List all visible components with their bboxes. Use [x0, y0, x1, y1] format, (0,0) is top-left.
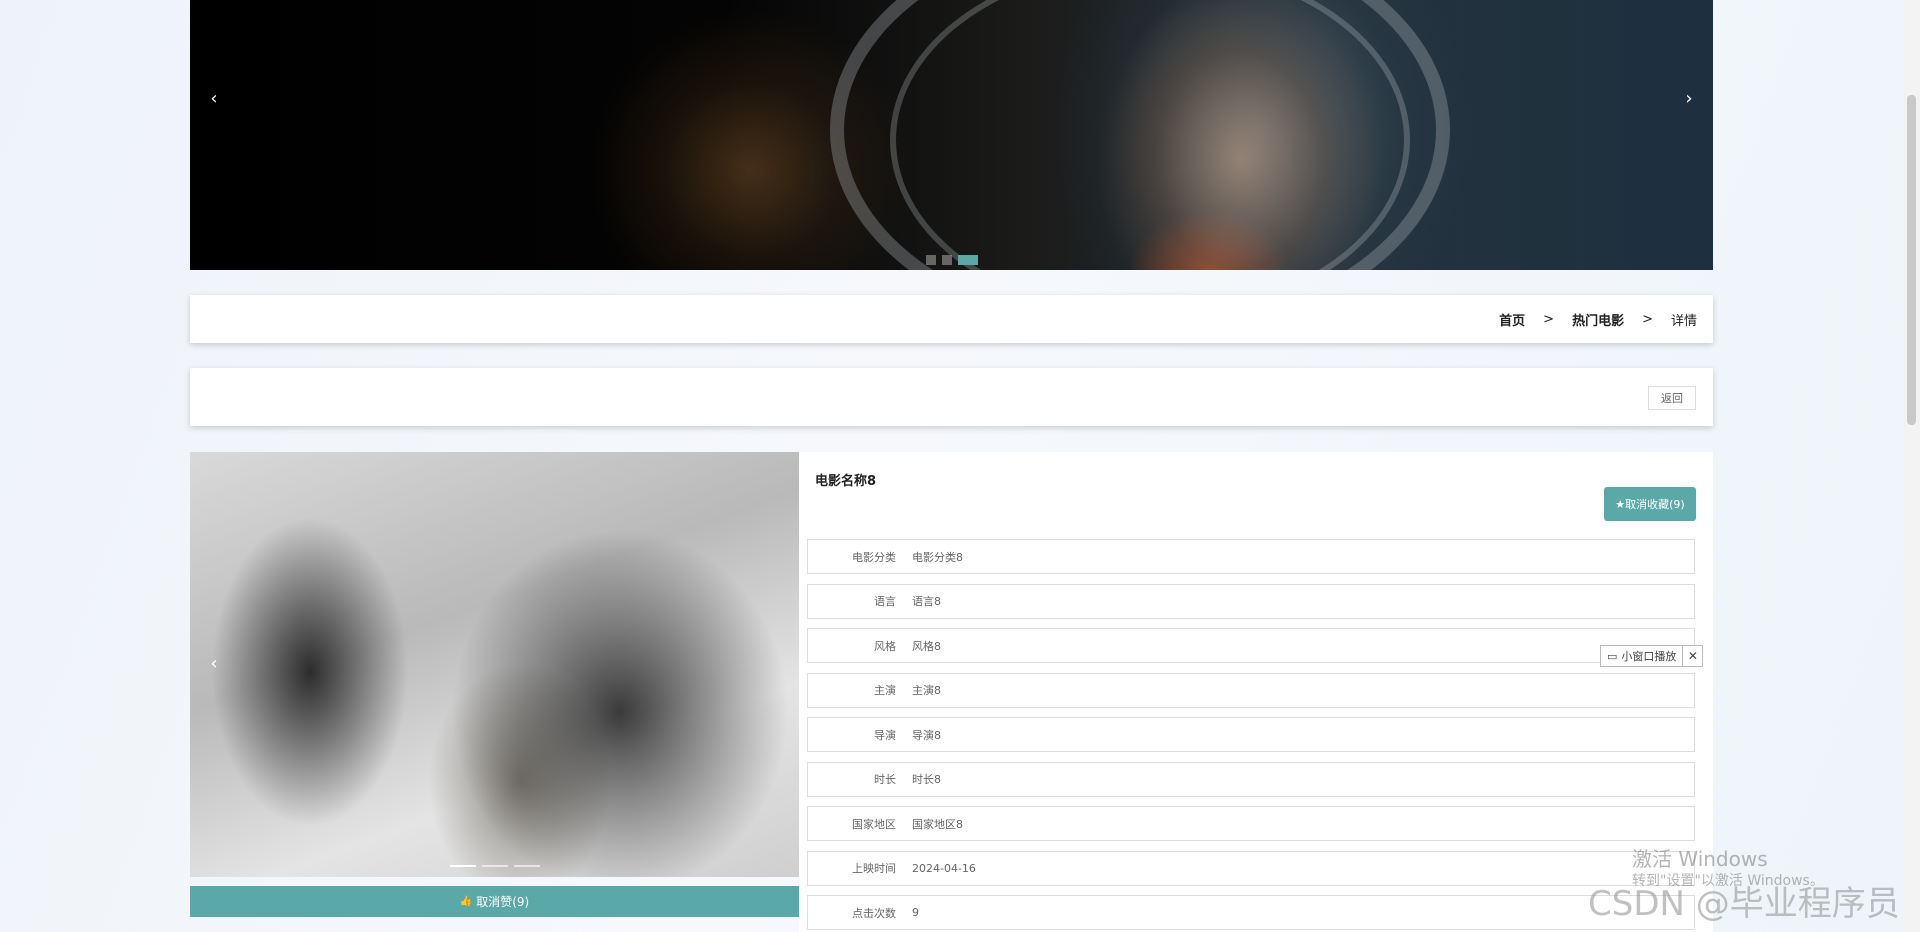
field-row: 风格 风格8 [807, 628, 1695, 663]
field-row: 时长 时长8 [807, 761, 1695, 797]
breadcrumb: 首页 > 热门电影 > 详情 [190, 295, 1713, 343]
movie-title: 电影名称8 [815, 474, 877, 489]
field-value: 时长8 [912, 773, 941, 786]
breadcrumb-current: 详情 [1670, 313, 1697, 329]
field-value: 国家地区8 [912, 817, 963, 831]
field-label: 点击次数 [852, 906, 896, 920]
field-row: 电影分类 电影分类8 [807, 539, 1695, 574]
banner-indicator[interactable] [941, 255, 952, 265]
banner-prev-icon[interactable]: ‹ [200, 85, 228, 113]
banner-indicator[interactable] [925, 255, 936, 265]
field-label: 上映时间 [852, 862, 896, 875]
banner-indicator-active[interactable] [957, 255, 978, 265]
banner-next-icon[interactable]: › [1675, 85, 1703, 113]
action-bar: 返回 [190, 368, 1713, 426]
movie-details: 电影名称8 ★ 取消收藏(9) 电影分类 电影分类8 语言 语言8 风格 风格8 主演… [799, 452, 1713, 932]
field-label: 时长 [874, 773, 896, 786]
field-label: 电影分类 [852, 550, 896, 564]
field-value: 主演8 [912, 684, 941, 697]
poster-indicator[interactable] [481, 865, 508, 867]
field-label: 主演 [874, 684, 896, 697]
poster-indicators [190, 865, 799, 867]
field-value: 风格8 [912, 639, 941, 653]
banner-carousel[interactable]: ‹ › [190, 0, 1713, 270]
csdn-watermark: CSDN @毕业程序员 [1588, 884, 1900, 924]
poster-prev-icon[interactable]: ‹ [200, 650, 228, 678]
unlike-button[interactable]: 👍 取消赞(9) [190, 886, 799, 917]
banner-indicators [190, 255, 1713, 265]
field-row: 国家地区 国家地区8 [807, 806, 1695, 841]
mini-player-toggle: ▭ 小窗口播放 ✕ [1600, 645, 1704, 667]
field-list: 电影分类 电影分类8 语言 语言8 风格 风格8 主演 主演8 导演 导演8 时长 时长8 … [807, 539, 1695, 932]
mini-player-label: 小窗口播放 [1621, 650, 1677, 663]
mini-player-button[interactable]: ▭ 小窗口播放 [1601, 646, 1682, 666]
unlike-label: 取消赞(9) [476, 895, 530, 909]
field-row: 导演 导演8 [807, 717, 1695, 752]
field-value: 电影分类8 [912, 550, 963, 564]
field-label: 国家地区 [852, 817, 896, 831]
field-value: 2024-04-16 [912, 861, 976, 875]
activate-windows-title: 激活 Windows [1632, 847, 1768, 871]
field-row: 上映时间 2024-04-16 [807, 850, 1695, 886]
field-value: 导演8 [912, 728, 941, 742]
page-scrollbar[interactable] [1903, 0, 1920, 932]
field-label: 导演 [874, 728, 896, 742]
thumbs-up-icon: 👍 [459, 896, 473, 907]
page: ‹ › 首页 > 热门电影 > 详情 返回 ‹ 👍 取消赞(9) 电影名称8 ★… [190, 0, 1713, 932]
breadcrumb-separator: > [1642, 311, 1653, 327]
back-button[interactable]: 返回 [1648, 386, 1696, 410]
tv-icon: ▭ [1607, 649, 1618, 663]
poster-indicator[interactable] [513, 865, 540, 867]
star-icon: ★ [1615, 497, 1626, 511]
unfavorite-label: 取消收藏(9) [1625, 498, 1685, 511]
banner-image-visor [890, 0, 1410, 270]
poster-carousel[interactable]: ‹ [190, 452, 799, 877]
field-row: 主演 主演8 [807, 672, 1695, 708]
breadcrumb-separator: > [1543, 311, 1555, 327]
scrollbar-thumb[interactable] [1907, 95, 1916, 425]
field-value: 9 [912, 906, 919, 919]
field-row: 点击次数 9 [807, 895, 1695, 930]
close-icon[interactable]: ✕ [1682, 646, 1702, 666]
field-label: 风格 [874, 639, 896, 653]
field-label: 语言 [874, 595, 896, 608]
field-value: 语言8 [912, 595, 941, 608]
field-row: 语言 语言8 [807, 583, 1695, 619]
poster-indicator-active[interactable] [449, 865, 476, 867]
breadcrumb-home[interactable]: 首页 [1499, 310, 1525, 329]
unfavorite-button[interactable]: ★ 取消收藏(9) [1604, 487, 1696, 521]
breadcrumb-hot-movies[interactable]: 热门电影 [1572, 310, 1624, 329]
